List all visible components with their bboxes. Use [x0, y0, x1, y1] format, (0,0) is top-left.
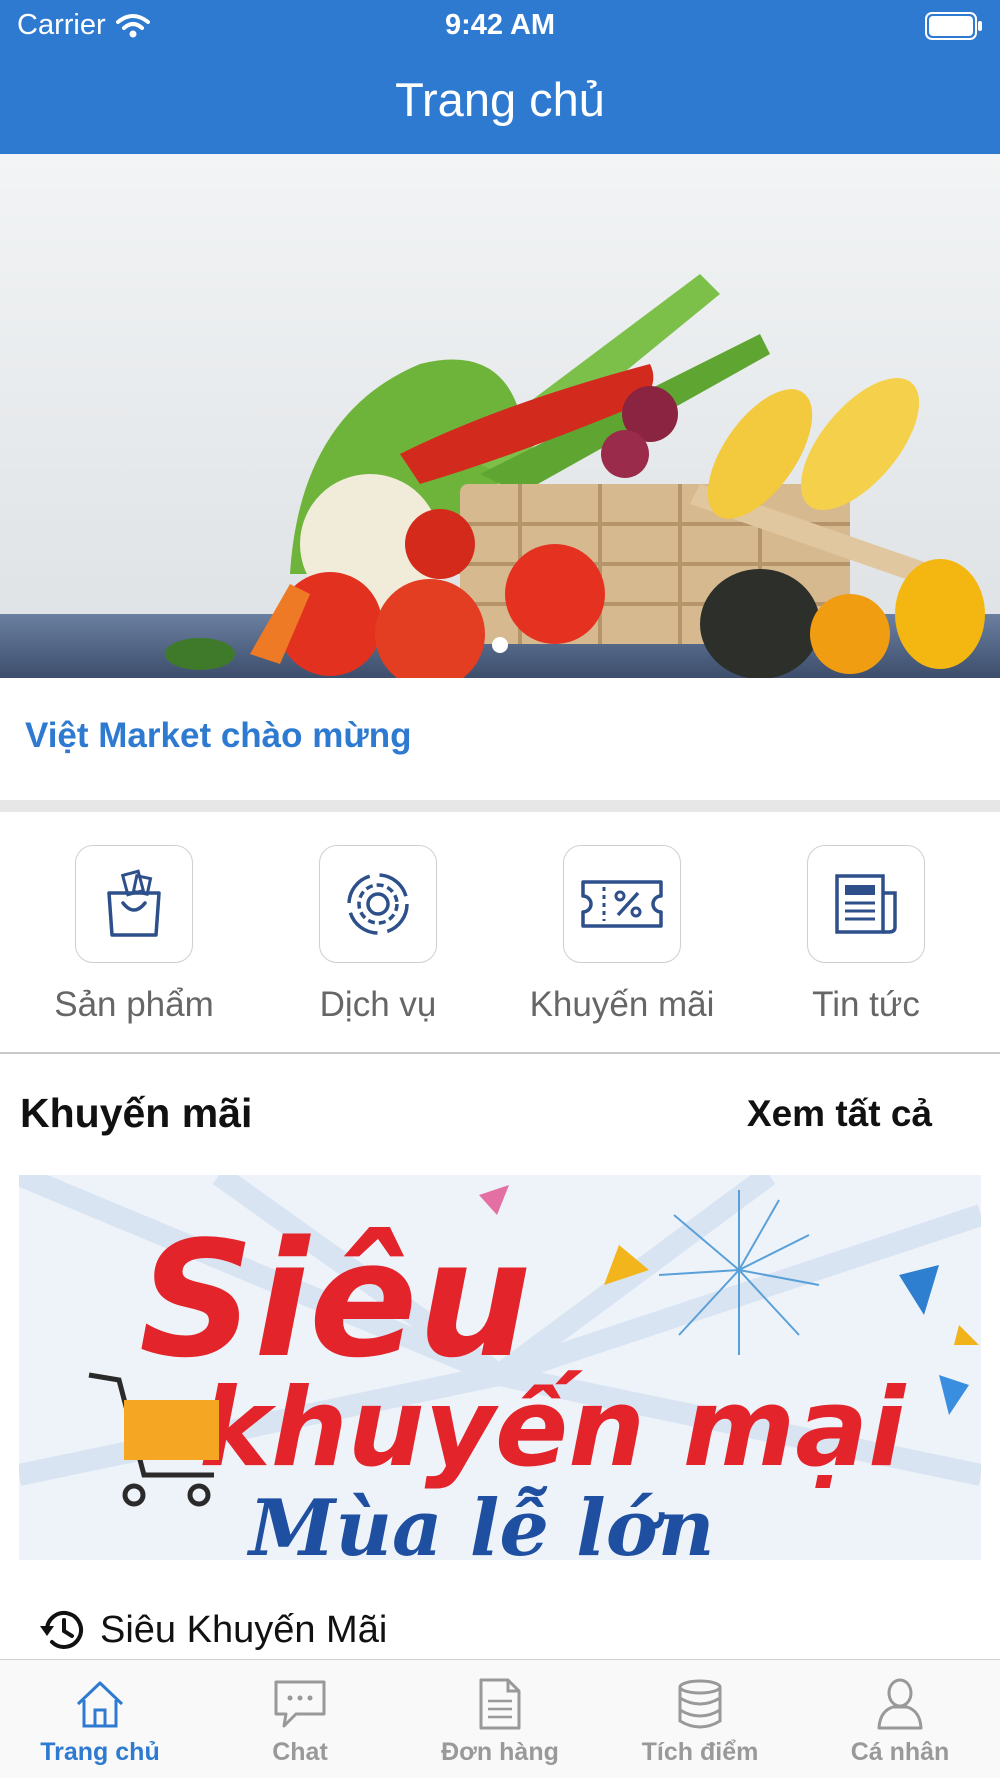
status-time: 9:42 AM	[444, 9, 556, 41]
see-all-link[interactable]: Xem tất cả	[747, 1093, 932, 1135]
shopping-bag-icon	[107, 869, 161, 937]
category-news[interactable]: Tin tức	[744, 845, 988, 1025]
category-icon-box[interactable]	[563, 845, 681, 963]
promotion-banner[interactable]: Siêu khuyến mại Mùa lễ lớn	[19, 1175, 981, 1560]
status-bar: Carrier 9:42 AM	[0, 0, 1000, 52]
tab-bar: Trang chủ Chat Đơn hàng Tích điểm Cá nhâ…	[0, 1659, 1000, 1778]
tab-label: Tích điểm	[641, 1738, 759, 1766]
page-title: Trang chủ	[395, 73, 605, 126]
category-label: Dịch vụ	[319, 985, 437, 1024]
category-label: Khuyến mãi	[529, 985, 715, 1024]
carousel-indicator[interactable]	[492, 637, 508, 653]
battery-icon	[925, 12, 982, 40]
welcome-text: Việt Market chào mừng	[25, 716, 412, 755]
category-services[interactable]: Dịch vụ	[256, 845, 500, 1025]
banner-line1: Siêu	[139, 1206, 532, 1393]
category-menu: Sản phẩm Dịch vụ Khuyến mãi Tin tức	[0, 845, 1000, 1025]
promotion-banner-image: Siêu khuyến mại Mùa lễ lớn	[19, 1175, 981, 1560]
hero-banner[interactable]	[0, 154, 1000, 678]
tab-label: Trang chủ	[40, 1738, 160, 1766]
category-label: Tin tức	[812, 985, 920, 1024]
tab-home[interactable]: Trang chủ	[0, 1674, 200, 1767]
category-icon-box[interactable]	[807, 845, 925, 963]
vegetable-basket-image	[0, 154, 1000, 678]
category-label: Sản phẩm	[54, 985, 214, 1024]
promotion-item-title: Siêu Khuyến Mãi	[100, 1608, 388, 1651]
banner-line2: khuyến mại	[199, 1366, 907, 1491]
gear-icon	[347, 873, 409, 935]
database-icon	[678, 1679, 722, 1729]
divider-line	[0, 1052, 1000, 1054]
category-icon-box[interactable]	[75, 845, 193, 963]
user-icon	[877, 1678, 923, 1730]
tab-label: Chat	[272, 1738, 328, 1766]
tab-orders[interactable]: Đơn hàng	[400, 1674, 600, 1767]
category-promotions[interactable]: Khuyến mãi	[500, 845, 744, 1025]
tab-profile[interactable]: Cá nhân	[800, 1674, 1000, 1767]
home-icon	[76, 1681, 124, 1728]
promotion-item[interactable]: Siêu Khuyến Mãi	[38, 1608, 387, 1652]
newspaper-icon	[835, 874, 897, 934]
category-products[interactable]: Sản phẩm	[12, 845, 256, 1025]
promotions-section-title: Khuyến mãi	[20, 1090, 253, 1136]
tab-label: Cá nhân	[850, 1738, 950, 1766]
chat-icon	[274, 1680, 326, 1728]
banner-line3: Mùa lễ lớn	[246, 1483, 715, 1560]
document-icon	[479, 1678, 521, 1730]
top-bar: Carrier 9:42 AM Trang chủ	[0, 0, 1000, 154]
coupon-icon	[581, 880, 663, 928]
history-icon	[40, 1610, 83, 1649]
category-icon-box[interactable]	[319, 845, 437, 963]
section-divider	[0, 800, 1000, 812]
tab-points[interactable]: Tích điểm	[600, 1674, 800, 1767]
tab-label: Đơn hàng	[441, 1738, 559, 1766]
tab-chat[interactable]: Chat	[200, 1674, 400, 1767]
